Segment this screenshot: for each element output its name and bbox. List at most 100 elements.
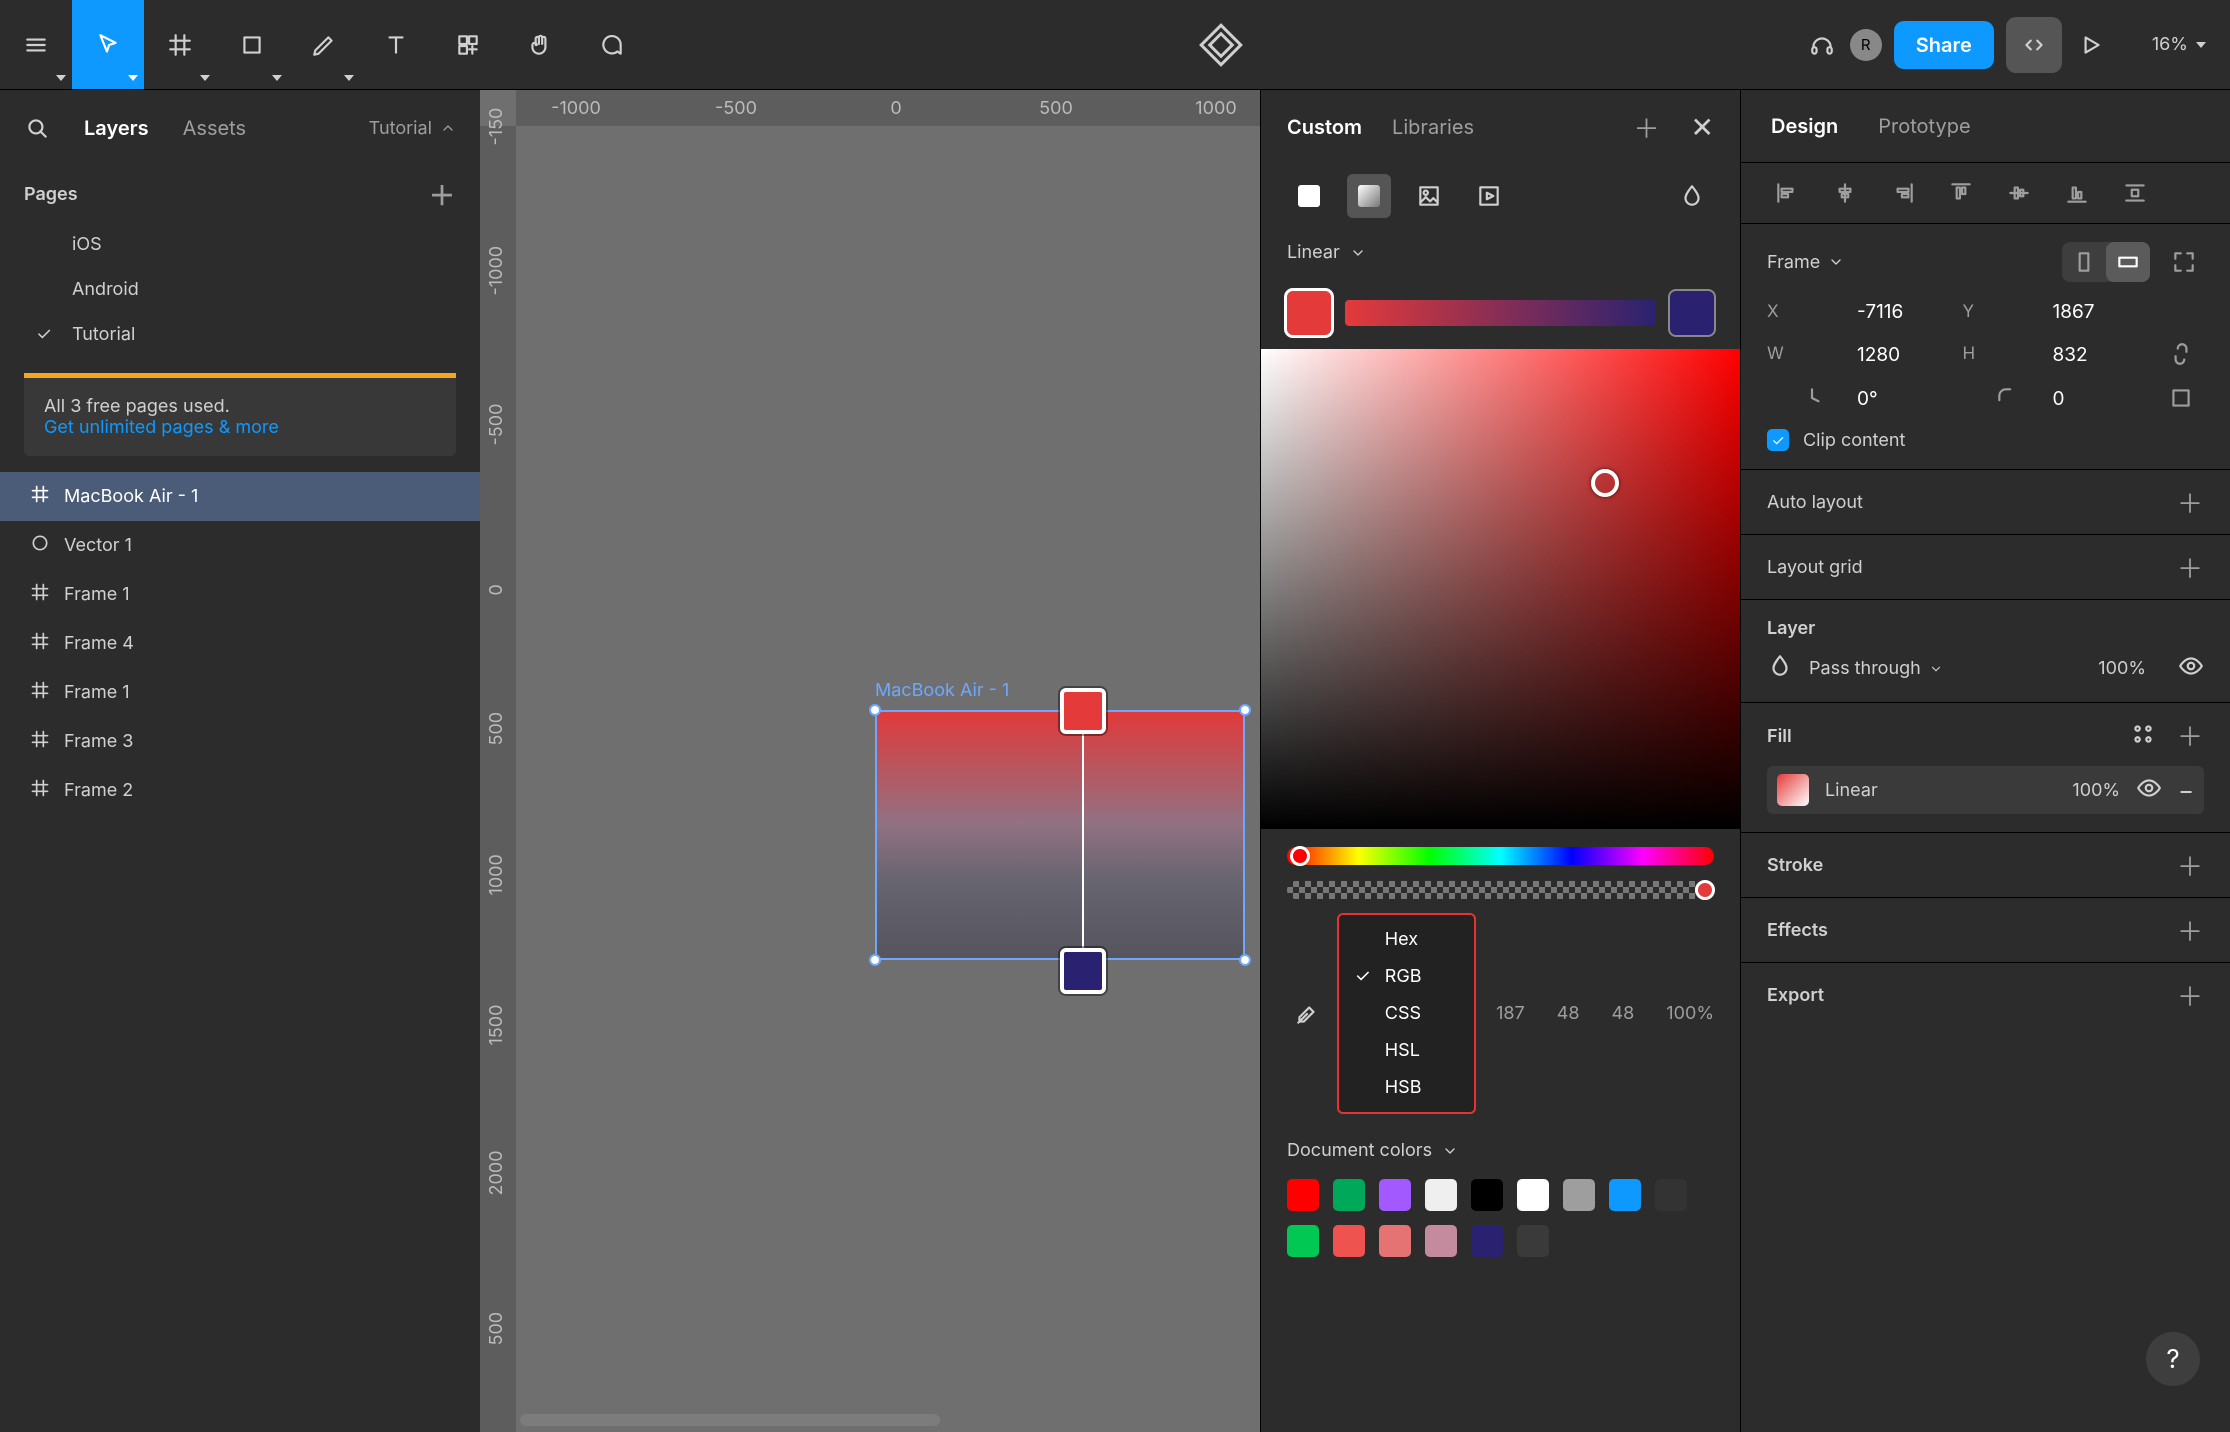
text-tool[interactable] bbox=[360, 0, 432, 89]
corner-radius[interactable]: 0 bbox=[2053, 387, 2159, 410]
layer-item[interactable]: Frame 3 bbox=[0, 717, 480, 766]
layer-opacity[interactable]: 100% bbox=[2098, 658, 2146, 679]
resources-tool[interactable] bbox=[432, 0, 504, 89]
orient-landscape[interactable] bbox=[2106, 242, 2150, 282]
layer-item[interactable]: Frame 4 bbox=[0, 619, 480, 668]
paint-image[interactable] bbox=[1407, 174, 1451, 218]
layer-item[interactable]: Frame 1 bbox=[0, 570, 480, 619]
audio-button[interactable] bbox=[1794, 17, 1850, 73]
paint-solid[interactable] bbox=[1287, 174, 1331, 218]
add-page-button[interactable]: ＋ bbox=[428, 180, 456, 208]
size-w[interactable]: 1280 bbox=[1857, 343, 1963, 366]
page-item[interactable]: Android bbox=[0, 267, 480, 312]
swatch[interactable] bbox=[1425, 1179, 1457, 1211]
layer-item[interactable]: Frame 2 bbox=[0, 766, 480, 815]
shape-tool[interactable] bbox=[216, 0, 288, 89]
independent-corners[interactable] bbox=[2158, 385, 2204, 411]
canvas[interactable]: -1000-50005001000 -150-1000-500050010001… bbox=[480, 90, 1260, 1432]
frame-type-dropdown[interactable]: Frame bbox=[1767, 252, 1844, 273]
color-format-menu[interactable]: Hex✓RGBCSSHSLHSB bbox=[1337, 913, 1476, 1114]
blend-mode-dropdown[interactable]: Pass through bbox=[1809, 658, 1943, 679]
tab-design[interactable]: Design bbox=[1771, 114, 1838, 138]
swatch[interactable] bbox=[1287, 1225, 1319, 1257]
swatch[interactable] bbox=[1333, 1225, 1365, 1257]
swatch[interactable] bbox=[1379, 1179, 1411, 1211]
page-item[interactable]: Tutorial bbox=[0, 312, 480, 357]
tab-prototype[interactable]: Prototype bbox=[1878, 114, 1970, 138]
gradient-stop-end[interactable] bbox=[1060, 948, 1106, 994]
main-menu-button[interactable] bbox=[0, 0, 72, 89]
layer-item[interactable]: MacBook Air - 1 bbox=[0, 472, 480, 521]
swatch[interactable] bbox=[1517, 1225, 1549, 1257]
dev-mode-button[interactable] bbox=[2006, 17, 2062, 73]
add-fill[interactable]: ＋ bbox=[2176, 721, 2204, 749]
rotation[interactable]: 0° bbox=[1857, 387, 1963, 410]
format-option-rgb[interactable]: ✓RGB bbox=[1339, 958, 1474, 995]
gradient-stop-2[interactable] bbox=[1670, 291, 1714, 335]
add-effect[interactable]: ＋ bbox=[2176, 916, 2204, 944]
help-button[interactable]: ? bbox=[2146, 1332, 2200, 1386]
tab-assets[interactable]: Assets bbox=[183, 116, 246, 140]
add-layoutgrid[interactable]: ＋ bbox=[2176, 553, 2204, 581]
frame-tool[interactable] bbox=[144, 0, 216, 89]
align-vcenter[interactable] bbox=[1999, 173, 2039, 213]
upgrade-link[interactable]: Get unlimited pages & more bbox=[44, 417, 436, 438]
format-option-hsl[interactable]: HSL bbox=[1339, 1032, 1474, 1069]
swatch[interactable] bbox=[1563, 1179, 1595, 1211]
selected-frame[interactable] bbox=[875, 710, 1245, 960]
swatch[interactable] bbox=[1379, 1225, 1411, 1257]
swatch[interactable] bbox=[1287, 1179, 1319, 1211]
gradient-type-dropdown[interactable]: Linear bbox=[1261, 228, 1740, 277]
comment-tool[interactable] bbox=[576, 0, 648, 89]
close-picker-button[interactable]: ✕ bbox=[1691, 110, 1714, 144]
format-option-css[interactable]: CSS bbox=[1339, 995, 1474, 1032]
pos-y[interactable]: 1867 bbox=[2053, 300, 2159, 323]
pen-tool[interactable] bbox=[288, 0, 360, 89]
tab-layers[interactable]: Layers bbox=[84, 116, 149, 140]
gradient-stop-start[interactable] bbox=[1060, 688, 1106, 734]
align-left[interactable] bbox=[1767, 173, 1807, 213]
pos-x[interactable]: -7116 bbox=[1857, 300, 1963, 323]
sv-handle[interactable] bbox=[1591, 469, 1619, 497]
fill-styles-button[interactable] bbox=[2130, 721, 2156, 752]
constrain-proportions[interactable] bbox=[2158, 341, 2204, 367]
move-tool[interactable] bbox=[72, 0, 144, 89]
project-dropdown[interactable]: Tutorial bbox=[369, 118, 456, 139]
canvas-scrollbar[interactable] bbox=[520, 1414, 940, 1426]
swatch[interactable] bbox=[1517, 1179, 1549, 1211]
tab-custom[interactable]: Custom bbox=[1287, 115, 1362, 139]
format-option-hsb[interactable]: HSB bbox=[1339, 1069, 1474, 1106]
paint-gradient[interactable] bbox=[1347, 174, 1391, 218]
avatar[interactable]: R bbox=[1850, 29, 1882, 61]
orient-portrait[interactable] bbox=[2062, 242, 2106, 282]
gradient-stop-1[interactable] bbox=[1287, 291, 1331, 335]
align-hcenter[interactable] bbox=[1825, 173, 1865, 213]
swatch[interactable] bbox=[1333, 1179, 1365, 1211]
swatch[interactable] bbox=[1655, 1179, 1687, 1211]
gradient-preview[interactable] bbox=[1345, 300, 1656, 326]
blend-droplet-icon[interactable] bbox=[1767, 653, 1793, 684]
alpha-slider[interactable] bbox=[1287, 881, 1714, 899]
swatch[interactable] bbox=[1425, 1225, 1457, 1257]
swatch[interactable] bbox=[1471, 1179, 1503, 1211]
frame-label[interactable]: MacBook Air - 1 bbox=[875, 680, 1009, 701]
align-bottom[interactable] bbox=[2057, 173, 2097, 213]
search-icon[interactable] bbox=[24, 115, 50, 141]
gradient-axis[interactable] bbox=[1082, 730, 1084, 965]
add-export[interactable]: ＋ bbox=[2176, 981, 2204, 1009]
format-option-hex[interactable]: Hex bbox=[1339, 921, 1474, 958]
zoom-dropdown[interactable]: 16% bbox=[2128, 34, 2230, 55]
layer-item[interactable]: Frame 1 bbox=[0, 668, 480, 717]
blend-mode-button[interactable] bbox=[1670, 174, 1714, 218]
add-stroke[interactable]: ＋ bbox=[2176, 851, 2204, 879]
remove-fill[interactable]: − bbox=[2178, 776, 2194, 805]
paint-video[interactable] bbox=[1467, 174, 1511, 218]
fill-visibility[interactable] bbox=[2136, 775, 2162, 806]
tab-libraries[interactable]: Libraries bbox=[1392, 115, 1474, 139]
swatch[interactable] bbox=[1471, 1225, 1503, 1257]
distribute[interactable] bbox=[2115, 173, 2155, 213]
fill-opacity[interactable]: 100% bbox=[2072, 780, 2120, 801]
page-item[interactable]: iOS bbox=[0, 222, 480, 267]
align-right[interactable] bbox=[1883, 173, 1923, 213]
hue-slider[interactable] bbox=[1287, 847, 1714, 865]
